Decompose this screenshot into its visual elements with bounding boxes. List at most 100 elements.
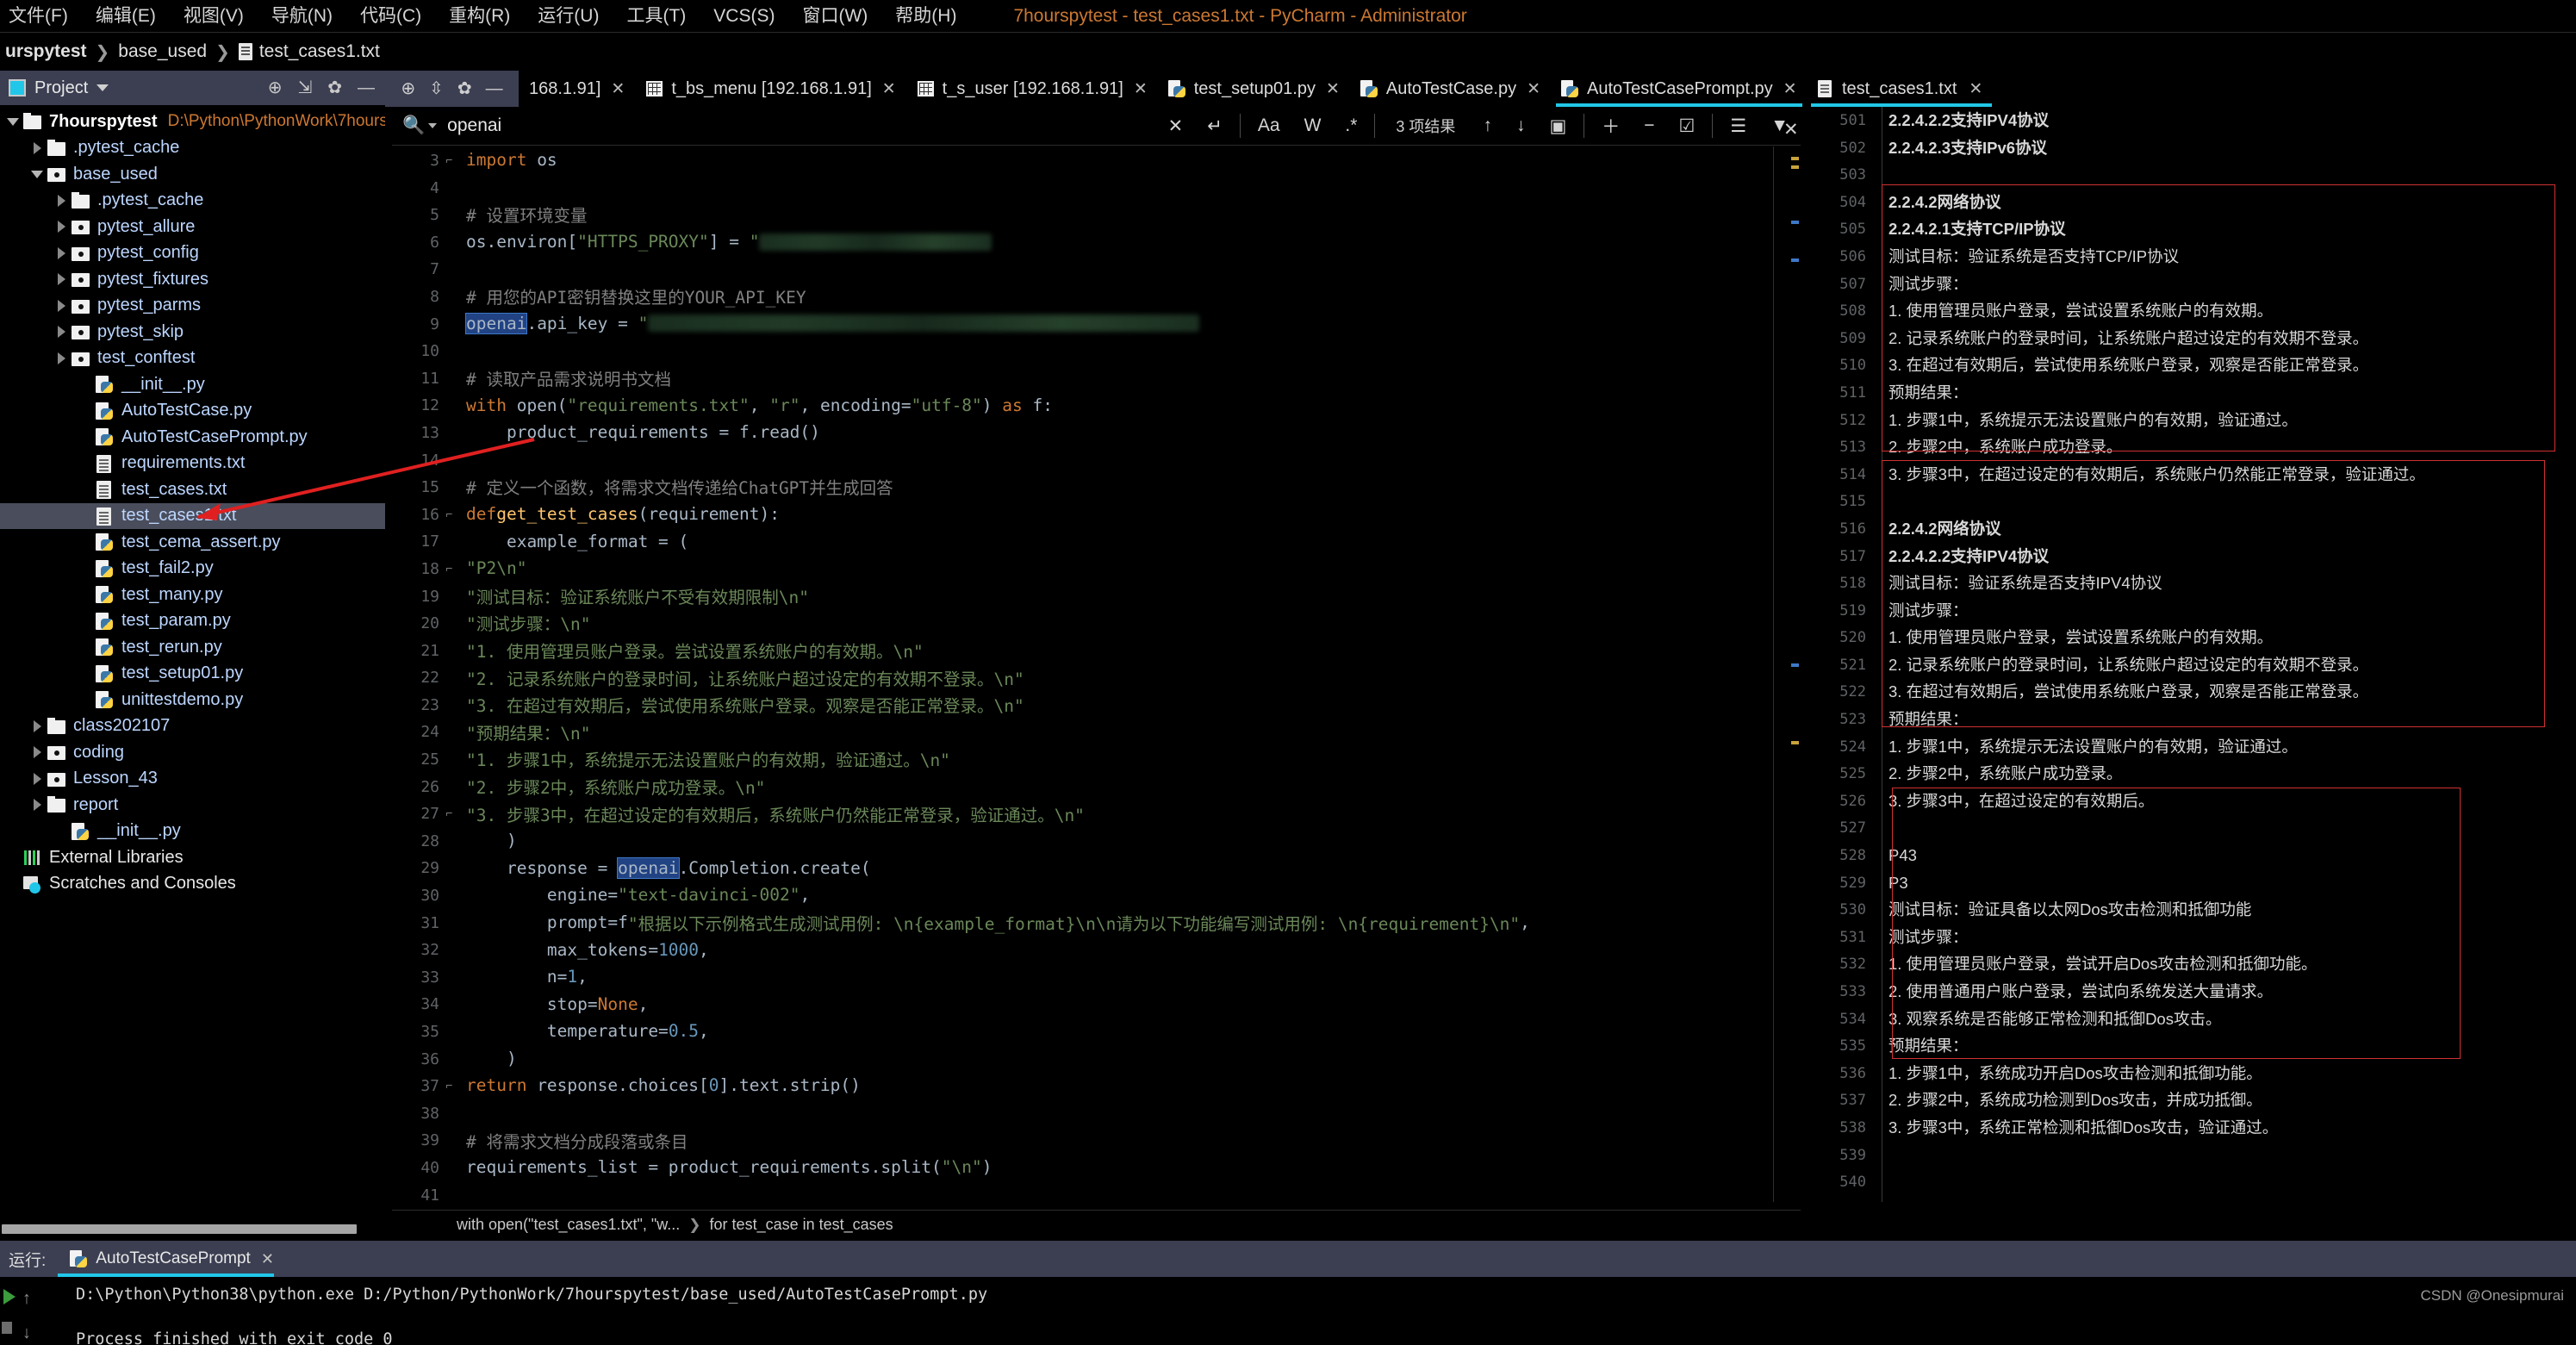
code-line[interactable]: 10 (392, 337, 1801, 364)
code-fold-icon[interactable]: ⌐ (444, 507, 455, 520)
code-line[interactable]: 38 (392, 1099, 1801, 1127)
right-panel-line[interactable]: 524 1. 步骤1中，系统提示无法设置账户的有效期，验证通过。 (1806, 733, 2576, 761)
right-panel-line[interactable]: 537 2. 步骤2中，系统成功检测到Dos攻击，并成功抵御。 (1806, 1087, 2576, 1114)
close-find-button[interactable]: ✕ (1783, 119, 1799, 140)
code-line[interactable]: 7 (392, 255, 1801, 283)
right-panel-line[interactable]: 504 2.2.4.2网络协议 (1806, 189, 2576, 216)
match-case-button[interactable]: Aa (1246, 115, 1292, 136)
tree-item--init-py[interactable]: __init__.py (0, 371, 385, 398)
editor-tab-t-s-user-192-168-1-91-[interactable]: t_s_user [192.168.1.91] ✕ (906, 71, 1158, 107)
clear-search-button[interactable]: ✕ (1156, 115, 1196, 137)
add-occurrence-button[interactable]: ＋ (1590, 113, 1632, 139)
chevron-down-icon[interactable] (96, 84, 109, 91)
target-icon[interactable]: ⊕ (268, 79, 283, 97)
right-panel-line[interactable]: 517 2.2.4.2.2支持IPV4协议 (1806, 543, 2576, 570)
code-fold-icon[interactable]: ⌐ (444, 806, 455, 819)
code-line[interactable]: 41 (392, 1181, 1801, 1202)
chevron-right-icon[interactable] (28, 746, 47, 758)
code-content[interactable]: 3 ⌐ import os 4 5 # 设置环境变量 6 os.environ["HTTPS_… (392, 146, 1801, 1202)
tree-item-report[interactable]: report (0, 792, 385, 819)
right-panel-line[interactable]: 522 3. 在超过有效期后，尝试使用系统账户登录，观察是否能正常登录。 (1806, 678, 2576, 706)
chevron-right-icon[interactable] (52, 273, 71, 285)
code-line[interactable]: 21 "1. 使用管理员账户登录。尝试设置系统账户的有效期。\n" (392, 637, 1801, 664)
menu-item-refactor[interactable]: 重构(R) (435, 0, 524, 33)
right-panel-line[interactable]: 503 (1806, 161, 2576, 189)
tree-item-class202107[interactable]: class202107 (0, 713, 385, 740)
code-fold-icon[interactable]: ⌐ (444, 153, 455, 165)
collapse-all-icon[interactable]: ⇲ (297, 79, 312, 97)
right-panel-line[interactable]: 540 (1806, 1168, 2576, 1196)
search-match-marker[interactable] (1791, 258, 1799, 262)
minimize-icon[interactable]: — (358, 79, 375, 97)
menu-item-view[interactable]: 视图(V) (170, 0, 258, 33)
menu-item-tools[interactable]: 工具(T) (613, 0, 700, 33)
sidebar-horizontal-scrollbar[interactable] (0, 1222, 385, 1236)
find-previous-button[interactable]: ↑ (1471, 115, 1504, 136)
right-panel-line[interactable]: 519 测试步骤： (1806, 597, 2576, 625)
code-line[interactable]: 39 # 将需求文档分成段落或条目 (392, 1126, 1801, 1154)
tree-item-test-fail2-py[interactable]: test_fail2.py (0, 556, 385, 582)
tree-item-test-cema-assert-py[interactable]: test_cema_assert.py (0, 529, 385, 556)
run-tab-autotestcaseprompt[interactable]: AutoTestCasePrompt ✕ (58, 1241, 286, 1277)
code-line[interactable]: 33 n= 1, (392, 963, 1801, 991)
code-line[interactable]: 11 # 读取产品需求说明书文档 (392, 364, 1801, 392)
tree-item--pytest-cache[interactable]: .pytest_cache (0, 188, 385, 215)
menu-item-edit[interactable]: 编辑(E) (82, 0, 170, 33)
right-panel-line[interactable]: 525 2. 步骤2中，系统账户成功登录。 (1806, 760, 2576, 788)
code-line[interactable]: 22 "2. 记录系统账户的登录时间，让系统账户超过设定的有效期不登录。\n" (392, 663, 1801, 691)
code-line[interactable]: 17 example_format = ( (392, 527, 1801, 555)
breadcrumb-file[interactable]: test_cases1.txt (259, 41, 380, 62)
code-line[interactable]: 30 engine= "text-davinci-002", (392, 881, 1801, 909)
chevron-down-icon[interactable] (28, 171, 47, 178)
code-line[interactable]: 35 temperature= 0.5, (392, 1018, 1801, 1045)
close-icon[interactable]: ✕ (1527, 79, 1540, 99)
menu-item-file[interactable]: 文件(F) (0, 0, 82, 33)
right-panel-line[interactable]: 502 2.2.4.2.3支持IPv6协议 (1806, 134, 2576, 162)
code-line[interactable]: 40 requirements_list = product_requiremen… (392, 1154, 1801, 1181)
chevron-right-icon[interactable] (52, 221, 71, 233)
editor-tab-t-bs-menu-192-168-1-91-[interactable]: t_bs_menu [192.168.1.91] ✕ (635, 71, 905, 107)
right-panel-line[interactable]: 510 3. 在超过有效期后，尝试使用系统账户登录，观察是否能正常登录。 (1806, 352, 2576, 379)
settings-gear-icon[interactable]: ✿ (457, 80, 472, 97)
warning-marker[interactable] (1791, 157, 1799, 160)
console-scroll-buttons[interactable]: ↑ ↓ (0, 1277, 60, 1345)
right-panel-line[interactable]: 512 1. 步骤1中，系统提示无法设置账户的有效期，验证通过。 (1806, 407, 2576, 434)
code-line[interactable]: 6 os.environ["HTTPS_PROXY"] = " (392, 228, 1801, 256)
editor-tab-autotestcase-py[interactable]: AutoTestCase.py ✕ (1350, 71, 1551, 107)
tree-item-test-conftest[interactable]: test_conftest (0, 346, 385, 372)
breadcrumb-folder[interactable]: base_used (118, 41, 207, 62)
chevron-down-icon[interactable] (428, 123, 438, 128)
right-panel-line[interactable]: 532 1. 使用管理员账户登录，尝试开启Dos攻击检测和抵御功能。 (1806, 950, 2576, 978)
code-line[interactable]: 8 # 用您的API密钥替换这里的YOUR_API_KEY (392, 283, 1801, 310)
project-tool-title[interactable]: Project (34, 78, 88, 98)
tree-item-pytest-skip[interactable]: pytest_skip (0, 319, 385, 346)
right-panel-line[interactable]: 536 1. 步骤1中，系统成功开启Dos攻击检测和抵御功能。 (1806, 1060, 2576, 1087)
right-editor-panel[interactable]: test_cases1.txt ✕ 501 2.2.4.2.2支持IPV4协议 50… (1806, 71, 2576, 1202)
chevron-right-icon[interactable] (52, 326, 71, 338)
right-panel-line[interactable]: 505 2.2.4.2.1支持TCP/IP协议 (1806, 215, 2576, 243)
right-panel-line[interactable]: 514 3. 步骤3中，在超过设定的有效期后，系统账户仍然能正常登录，验证通过。 (1806, 461, 2576, 489)
tree-item-requirements-txt[interactable]: requirements.txt (0, 451, 385, 477)
right-panel-line[interactable]: 520 1. 使用管理员账户登录，尝试设置系统账户的有效期。 (1806, 624, 2576, 651)
search-input[interactable]: openai (447, 115, 501, 136)
chevron-right-icon[interactable] (28, 773, 47, 785)
warning-marker[interactable] (1791, 165, 1799, 169)
select-all-occurrences-button[interactable]: ▣ (1537, 115, 1578, 137)
locate-icon[interactable]: ⊕ (401, 80, 415, 97)
code-line[interactable]: 15 # 定义一个函数，将需求文档传递给ChatGPT并生成回答 (392, 473, 1801, 501)
code-line[interactable]: 19 "测试目标：验证系统账户不受有效期限制\n" (392, 582, 1801, 610)
tree-item-7hourspytest[interactable]: 7hourspytest D:\Python\PythonWork\7hoursp… (0, 109, 385, 135)
editor-tabs[interactable]: 168.1.91] ✕ t_bs_menu [192.168.1.91] ✕ t_s_u… (519, 71, 2001, 107)
right-panel-line[interactable]: 508 1. 使用管理员账户登录，尝试设置系统账户的有效期。 (1806, 297, 2576, 325)
tree-item-test-many-py[interactable]: test_many.py (0, 582, 385, 608)
right-panel-line[interactable]: 523 预期结果： (1806, 706, 2576, 733)
status-crumb-1[interactable]: with open("test_cases1.txt", "w... (457, 1216, 680, 1234)
chevron-right-icon[interactable] (52, 247, 71, 259)
list-icon[interactable]: ☰ (1718, 115, 1758, 137)
chevron-right-icon[interactable] (52, 352, 71, 364)
regex-button[interactable]: .* (1333, 115, 1369, 136)
code-line[interactable]: 23 "3. 在超过有效期后，尝试使用系统账户登录。观察是否能正常登录。\n" (392, 691, 1801, 719)
close-icon[interactable]: ✕ (1783, 79, 1797, 99)
right-panel-line[interactable]: 538 3. 步骤3中，系统正常检测和抵御Dos攻击，验证通过。 (1806, 1114, 2576, 1142)
right-panel-line[interactable]: 513 2. 步骤2中，系统账户成功登录。 (1806, 433, 2576, 461)
